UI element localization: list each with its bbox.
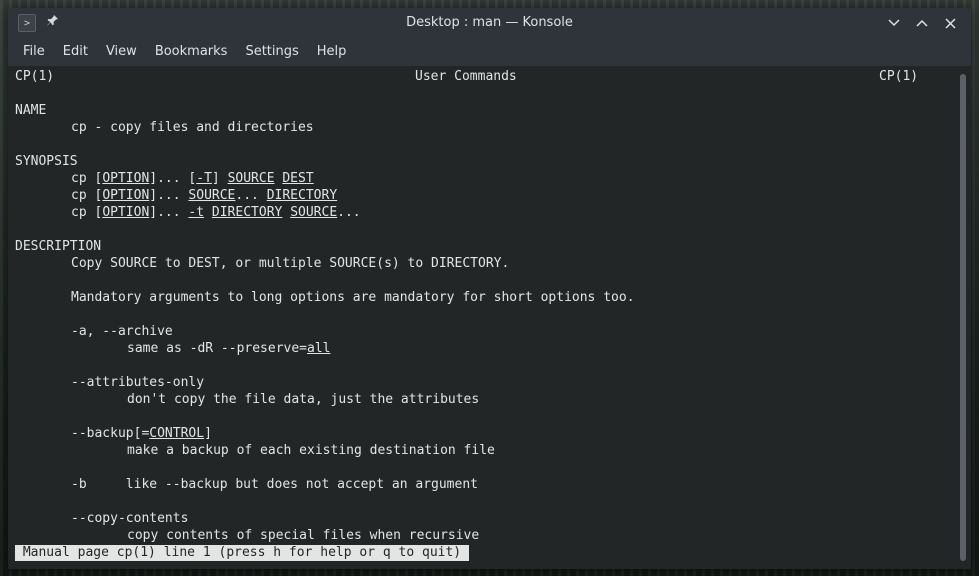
menu-help[interactable]: Help [308,38,356,66]
all-link: all [307,341,331,356]
control-link: CONTROL [149,426,205,441]
synopsis-segment: DIRECTORY [266,188,338,203]
menu-file[interactable]: File [14,38,54,66]
synopsis-segment: SOURCE [188,188,236,203]
name-text: cp - copy files and directories [71,120,314,135]
close-icon [944,17,956,29]
option-copy-contents-desc: copy contents of special files when recu… [127,528,480,543]
synopsis-segment [204,205,212,220]
synopsis-segment: ] [211,171,228,186]
option-b: -b like --backup but does not accept an … [71,477,478,492]
terminal-scrollbar[interactable] [955,66,971,569]
name-heading: NAME [15,103,47,118]
synopsis-segment: ... [235,188,267,203]
option-backup: --backup[=CONTROL] [71,426,212,441]
konsole-window: > Desktop : man — Konsole File Edit View… [8,8,971,569]
minimize-button[interactable] [883,12,905,34]
synopsis-line: cp [OPTION]... SOURCE... DIRECTORY [71,187,337,204]
description-intro: Copy SOURCE to DEST, or multiple SOURCE(… [71,256,510,271]
menu-bar: File Edit View Bookmarks Settings Help [8,38,971,66]
option-copy-contents: --copy-contents [71,511,189,526]
maximize-button[interactable] [911,12,933,34]
synopsis-segment: OPTION [102,205,150,220]
description-mandatory: Mandatory arguments to long options are … [71,290,635,305]
option-attributes-only: --attributes-only [71,375,205,390]
man-header-center: User Commands [415,69,517,84]
synopsis-segment: DEST [282,171,314,186]
window-title: Desktop : man — Konsole [406,15,573,30]
description-heading: DESCRIPTION [15,239,102,254]
synopsis-segment: ... [337,205,361,220]
terminal-view[interactable]: CP(1) User Commands CP(1) NAME cp - copy… [8,66,955,569]
synopsis-segment: -t [188,205,205,220]
synopsis-segment: SOURCE [290,205,338,220]
maximize-icon [916,19,928,27]
synopsis-segment: cp [71,171,95,186]
synopsis-segment: OPTION [102,171,150,186]
option-backup-desc: make a backup of each existing destinati… [127,443,495,458]
synopsis-segment [282,205,290,220]
close-button[interactable] [939,12,961,34]
menu-bookmarks[interactable]: Bookmarks [146,38,237,66]
synopsis-segment: -T [196,171,212,186]
synopsis-segment: DIRECTORY [211,205,283,220]
menu-edit[interactable]: Edit [54,38,97,66]
synopsis-segment: OPTION [102,188,150,203]
synopsis-segment: ]... [149,188,189,203]
synopsis-line: cp [OPTION]... -t DIRECTORY SOURCE... [71,204,361,221]
synopsis-segment: SOURCE [227,171,275,186]
menu-settings[interactable]: Settings [236,38,307,66]
synopsis-line: cp [OPTION]... [-T] SOURCE DEST [71,170,314,187]
synopsis-segment: ]... [149,205,189,220]
minimize-icon [888,19,900,27]
synopsis-segment: ]... [ [149,171,197,186]
synopsis-segment: cp [71,205,95,220]
scrollbar-thumb[interactable] [960,74,966,561]
man-header-right: CP(1) [879,69,919,84]
synopsis-segment: cp [71,188,95,203]
man-header-left: CP(1) [15,69,55,84]
synopsis-heading: SYNOPSIS [15,154,78,169]
option-attributes-only-desc: don't copy the file data, just the attri… [127,392,480,407]
option-archive-desc: same as -dR --preserve=all [127,341,331,356]
pager-status-bar: Manual page cp(1) line 1 (press h for he… [15,545,469,561]
menu-view[interactable]: View [97,38,146,66]
option-archive: -a, --archive [71,324,173,339]
title-bar[interactable]: > Desktop : man — Konsole [8,8,971,38]
